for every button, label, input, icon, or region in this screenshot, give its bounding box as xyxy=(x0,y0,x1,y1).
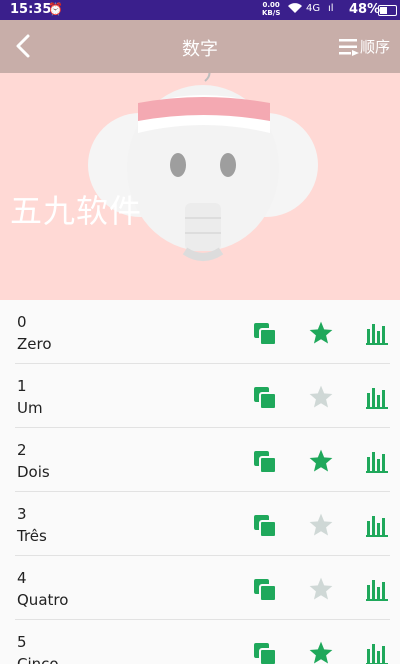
item-number: 5 xyxy=(17,633,27,651)
item-number: 2 xyxy=(17,441,27,459)
stats-bar-icon[interactable] xyxy=(366,513,390,537)
battery-percent: 48% xyxy=(349,2,381,17)
stats-bar-icon[interactable] xyxy=(366,449,390,473)
sort-label: 顺序 xyxy=(359,38,390,56)
item-number: 4 xyxy=(17,569,27,587)
favorite-star-icon[interactable] xyxy=(308,384,334,410)
item-word: Um xyxy=(17,399,43,417)
copy-icon[interactable] xyxy=(253,450,277,474)
list-item[interactable]: 1 Um xyxy=(0,364,400,428)
copy-icon[interactable] xyxy=(253,642,277,664)
favorite-star-icon[interactable] xyxy=(308,448,334,474)
battery-icon xyxy=(378,5,397,16)
wifi-icon xyxy=(287,2,303,17)
item-word: Três xyxy=(17,527,47,545)
item-number: 0 xyxy=(17,313,27,331)
status-time: 15:35 xyxy=(10,2,52,17)
network-speed-value: 0.00 xyxy=(262,1,280,9)
item-word: Quatro xyxy=(17,591,69,609)
copy-icon[interactable] xyxy=(253,514,277,538)
copy-icon[interactable] xyxy=(253,386,277,410)
network-speed: 0.00 KB/S xyxy=(262,1,280,17)
item-number: 3 xyxy=(17,505,27,523)
copy-icon[interactable] xyxy=(253,578,277,602)
cellular-signal-2-icon: ıl xyxy=(328,3,334,14)
hero-banner: 五九软件 xyxy=(0,73,400,300)
stats-bar-icon[interactable] xyxy=(366,385,390,409)
list-item[interactable]: 4 Quatro xyxy=(0,556,400,620)
item-word: Dois xyxy=(17,463,50,481)
alarm-icon: ⏰ xyxy=(48,2,63,16)
list-item[interactable]: 2 Dois xyxy=(0,428,400,492)
sort-button[interactable]: 顺序 xyxy=(338,36,390,57)
stats-bar-icon[interactable] xyxy=(366,321,390,345)
status-bar: 15:35 ⏰ 0.00 KB/S 4G ıl 48% xyxy=(0,0,400,20)
item-word: Cinco xyxy=(17,655,59,664)
number-list: 0 Zero 1 Um 2 Dois 3 Três 4 Quatro 5 Cin… xyxy=(0,300,400,664)
item-word: Zero xyxy=(17,335,52,353)
favorite-star-icon[interactable] xyxy=(308,640,334,664)
list-item[interactable]: 3 Três xyxy=(0,492,400,556)
sort-list-icon xyxy=(338,38,359,56)
favorite-star-icon[interactable] xyxy=(308,576,334,602)
copy-icon[interactable] xyxy=(253,322,277,346)
app-bar: 数字 顺序 xyxy=(0,20,400,73)
favorite-star-icon[interactable] xyxy=(308,320,334,346)
stats-bar-icon[interactable] xyxy=(366,641,390,664)
cellular-signal-icon: 4G xyxy=(306,3,321,14)
favorite-star-icon[interactable] xyxy=(308,512,334,538)
item-number: 1 xyxy=(17,377,27,395)
watermark-text: 五九软件 xyxy=(10,192,143,230)
stats-bar-icon[interactable] xyxy=(366,577,390,601)
list-item[interactable]: 5 Cinco xyxy=(0,620,400,664)
network-speed-unit: KB/S xyxy=(262,9,281,17)
list-item[interactable]: 0 Zero xyxy=(0,300,400,364)
